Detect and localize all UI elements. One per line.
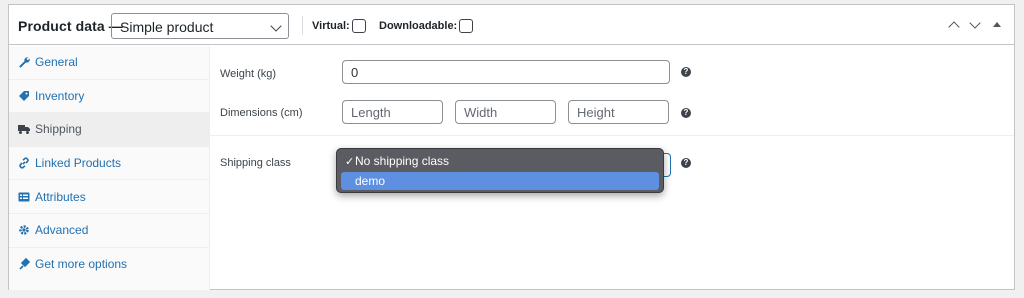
collapse-toggle-icon[interactable]	[993, 22, 1001, 27]
tab-label: Shipping	[35, 122, 82, 137]
virtual-label: Virtual:	[312, 20, 350, 32]
product-data-title: Product data —	[18, 18, 123, 34]
shipping-class-label: Shipping class	[220, 157, 291, 169]
product-data-header: Product data — Simple product Virtual: D…	[9, 5, 1014, 45]
product-data-panel: Product data — Simple product Virtual: D…	[8, 4, 1015, 290]
height-placeholder: Height	[577, 105, 615, 120]
virtual-checkbox[interactable]	[351, 19, 366, 33]
length-input[interactable]: Length	[342, 100, 443, 124]
tab-label: Inventory	[35, 88, 85, 103]
header-divider	[302, 16, 303, 35]
tab-shipping[interactable]: Shipping	[9, 113, 209, 147]
tab-general[interactable]: General	[9, 46, 209, 80]
help-icon[interactable]: ?	[681, 158, 691, 168]
length-placeholder: Length	[351, 105, 391, 120]
help-icon[interactable]: ?	[681, 67, 691, 77]
product-type-select[interactable]: Simple product	[111, 13, 289, 39]
checkmark-icon: ✓	[345, 155, 355, 168]
tab-linked-products[interactable]: Linked Products	[9, 147, 209, 181]
tab-advanced[interactable]: Advanced	[9, 214, 209, 248]
chevron-down-icon	[270, 20, 282, 32]
move-down-icon[interactable]	[969, 17, 981, 29]
truck-icon	[18, 123, 30, 135]
tab-attributes[interactable]: Attributes	[9, 180, 209, 214]
weight-label: Weight (kg)	[220, 68, 277, 80]
weight-input[interactable]: 0	[342, 60, 670, 84]
weight-value: 0	[351, 65, 359, 80]
downloadable-checkbox[interactable]	[459, 19, 474, 33]
tab-label: Attributes	[35, 189, 86, 204]
option-demo[interactable]: demo	[341, 172, 659, 190]
shipping-class-dropdown: ✓ No shipping class demo	[336, 148, 664, 193]
tab-label: Get more options	[35, 257, 128, 272]
link-icon	[18, 157, 30, 169]
gear-icon	[18, 224, 30, 236]
tag-icon	[18, 90, 30, 102]
help-icon[interactable]: ?	[681, 108, 691, 118]
tab-get-more-options[interactable]: Get more options	[9, 248, 209, 282]
tab-label: Linked Products	[35, 156, 122, 171]
tab-label: Advanced	[35, 223, 89, 238]
tab-label: General	[35, 55, 78, 70]
downloadable-label: Downloadable:	[379, 20, 458, 32]
move-up-icon[interactable]	[948, 21, 960, 33]
option-label: demo	[355, 174, 386, 188]
width-input[interactable]: Width	[455, 100, 556, 124]
list-icon	[18, 191, 30, 203]
product-type-value: Simple product	[120, 19, 214, 35]
virtual-checkbox-group[interactable]: Virtual:	[312, 19, 366, 33]
plugin-icon	[18, 258, 31, 270]
downloadable-checkbox-group[interactable]: Downloadable:	[379, 19, 474, 33]
tab-inventory[interactable]: Inventory	[9, 80, 209, 114]
section-divider	[210, 135, 1014, 136]
wrench-icon	[18, 56, 30, 69]
product-data-tabs: General Inventory Shipping Linked Produc…	[9, 46, 210, 290]
width-placeholder: Width	[464, 105, 498, 120]
option-no-shipping-class[interactable]: ✓ No shipping class	[341, 152, 659, 170]
height-input[interactable]: Height	[568, 100, 669, 124]
option-label: No shipping class	[355, 154, 450, 168]
dimensions-label: Dimensions (cm)	[220, 107, 303, 119]
